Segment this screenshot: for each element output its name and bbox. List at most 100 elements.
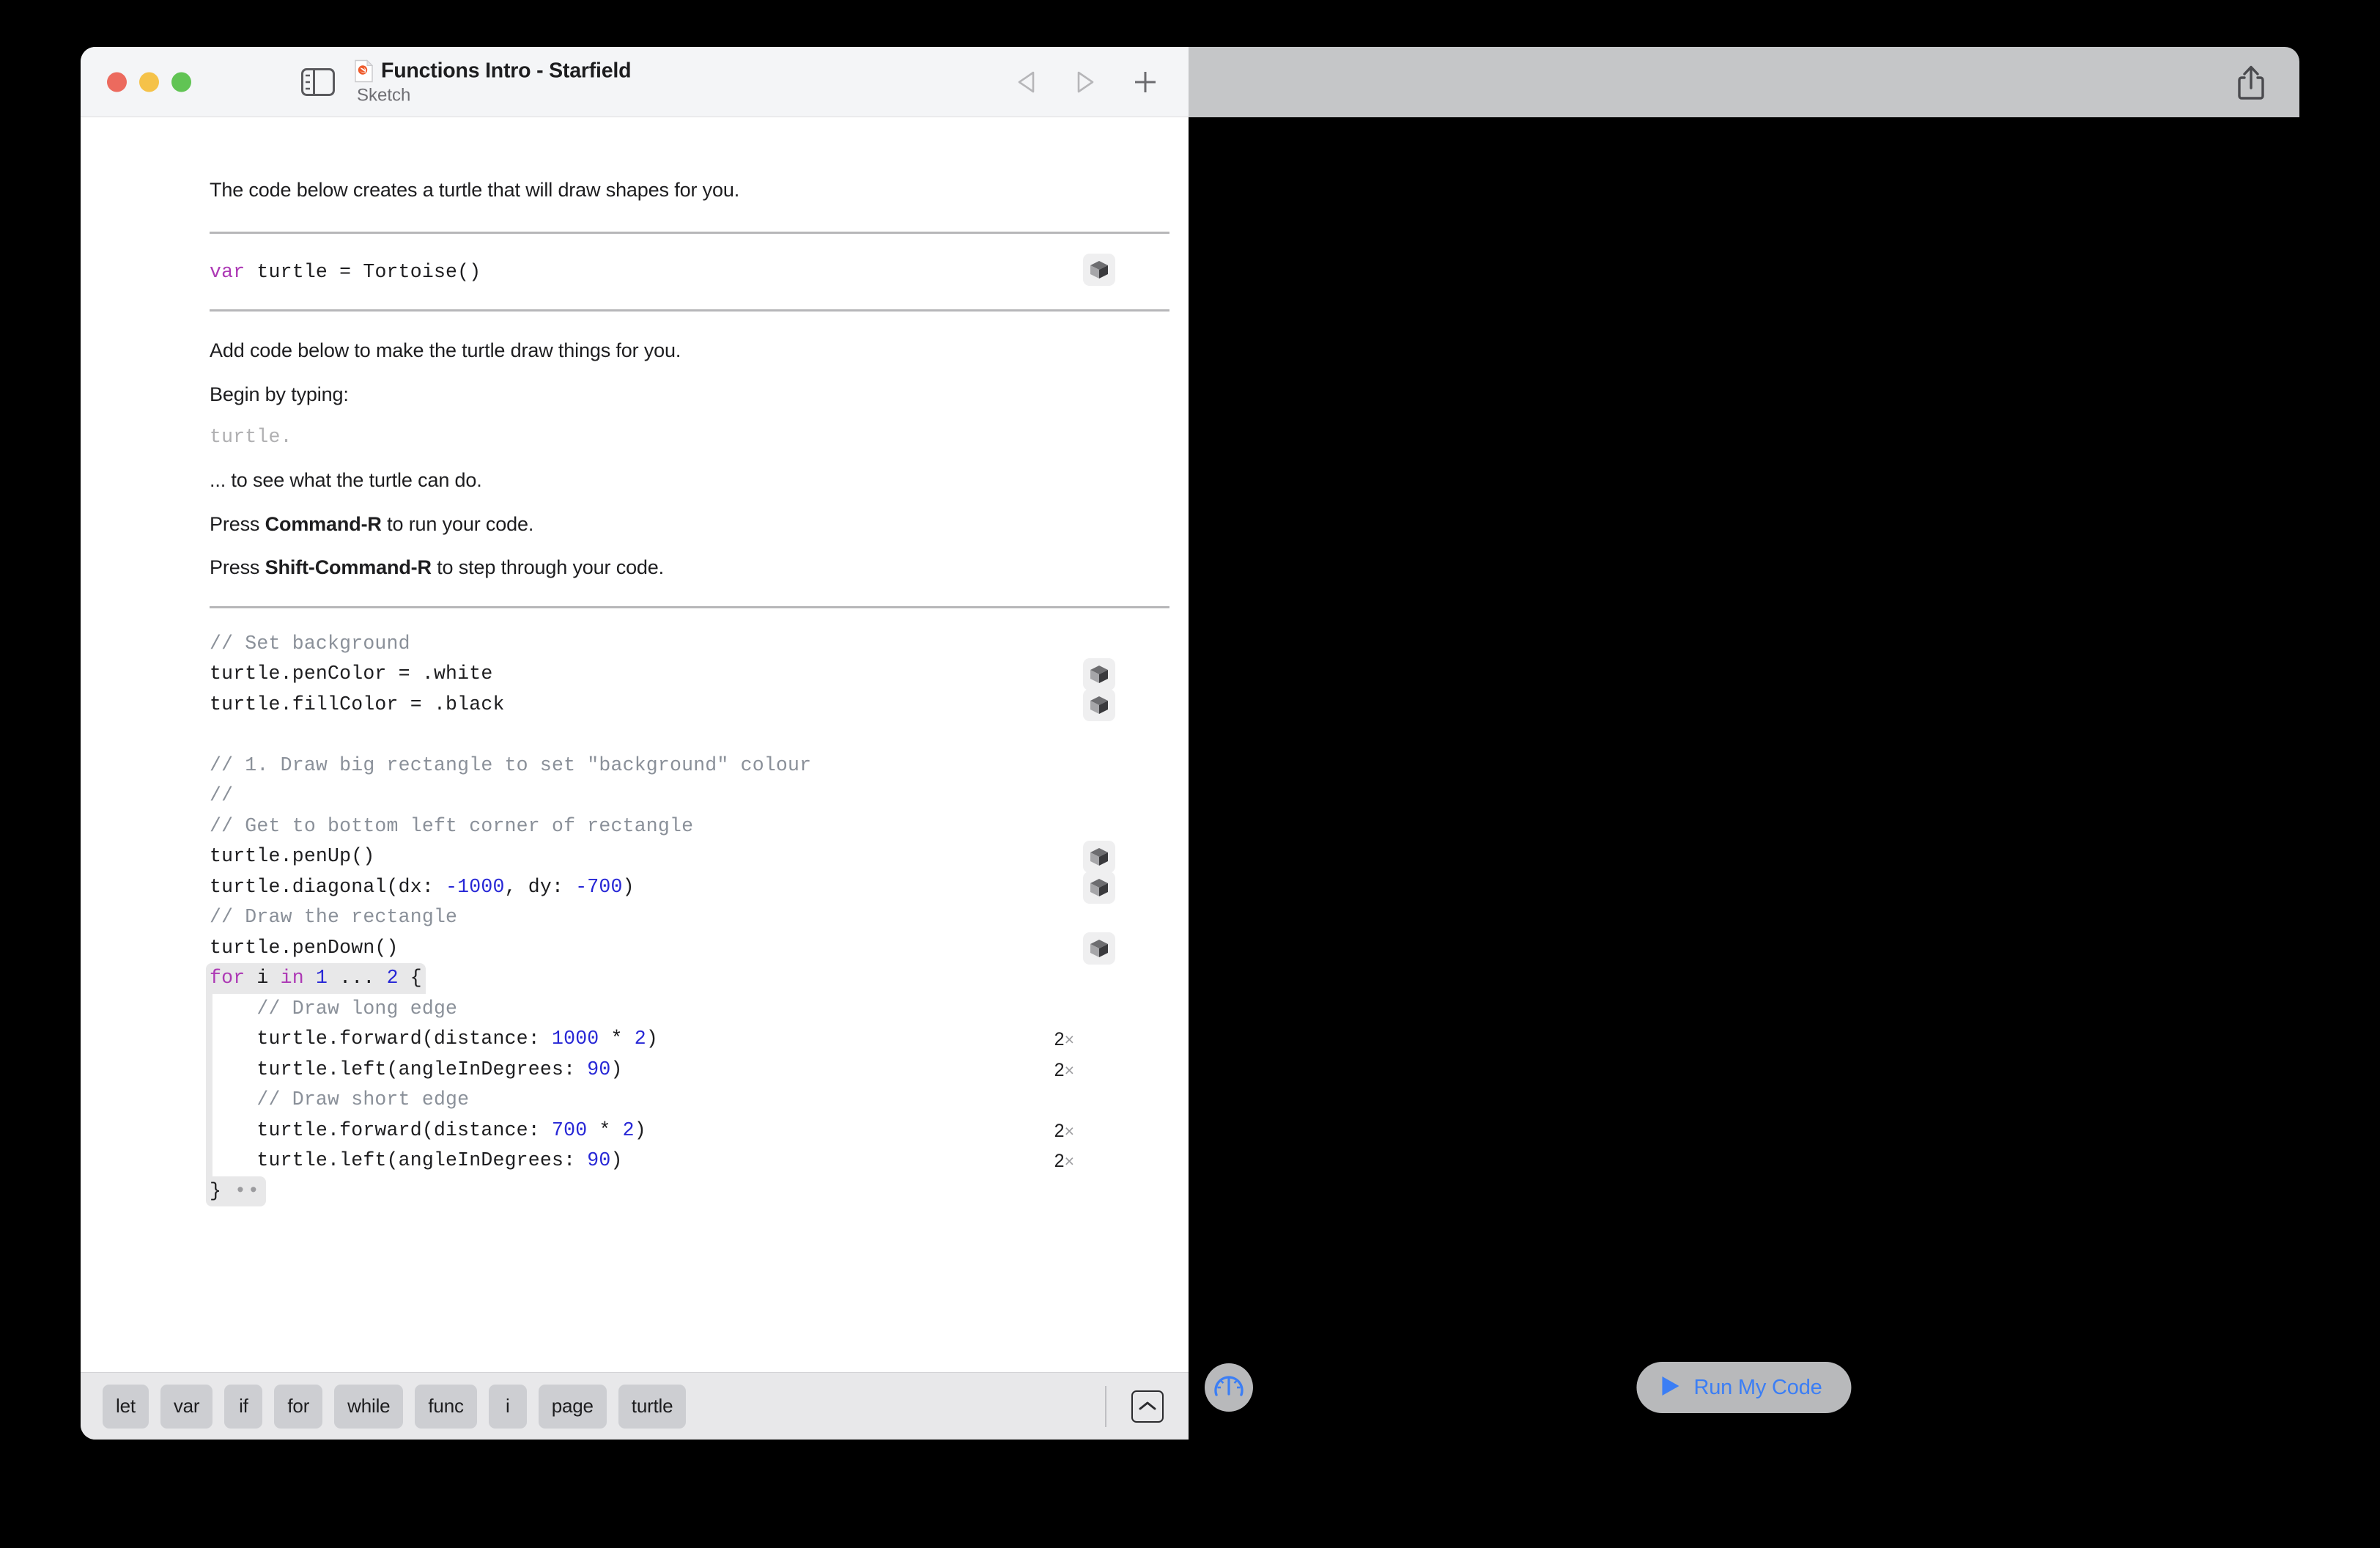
loop-repeat-count: 2×: [1054, 1029, 1074, 1050]
live-view-toolbar: [1189, 47, 2299, 117]
shortcut-chip-label: while: [347, 1395, 391, 1417]
document-title-group: Functions Intro - Starfield Sketch: [355, 58, 632, 106]
shortcut-chip-i[interactable]: i: [488, 1384, 527, 1429]
loop-body-comment[interactable]: // Draw long edge: [210, 994, 1169, 1025]
repeat-count-suffix: ×: [1064, 1060, 1074, 1080]
zoom-button[interactable]: [171, 72, 191, 92]
run-my-code-button[interactable]: Run My Code: [1636, 1362, 1852, 1413]
loop-header-line[interactable]: for i in 1 ... 2 {: [206, 963, 1169, 994]
code-line[interactable]: turtle.penDown(): [210, 933, 1169, 964]
loop-repeat-count: 2×: [1054, 1151, 1074, 1172]
result-cube-icon[interactable]: [1083, 841, 1115, 874]
repeat-count-value: 2: [1054, 1120, 1065, 1141]
shortcut-chip-label: for: [287, 1395, 310, 1417]
step-hint-prefix: Press: [210, 556, 265, 579]
document-body: The code below creates a turtle that wil…: [81, 117, 1189, 1372]
shortcut-chip-if[interactable]: if: [224, 1384, 263, 1429]
shortcut-chip-page[interactable]: page: [538, 1384, 607, 1429]
code-listing[interactable]: // Set background turtle.penColor = .whit…: [206, 629, 1169, 1207]
toolbar-divider: [1105, 1386, 1106, 1427]
back-icon[interactable]: [1016, 70, 1038, 94]
speed-gauge-icon[interactable]: [1205, 1363, 1253, 1412]
run-my-code-label: Run My Code: [1693, 1375, 1822, 1399]
shortcut-bar: let var if for while func i page turtle: [81, 1372, 1189, 1440]
loop-body-line[interactable]: turtle.left(angleInDegrees: 90): [210, 1055, 1169, 1086]
result-cube-icon[interactable]: [1083, 932, 1115, 965]
loop-body-line[interactable]: turtle.left(angleInDegrees: 90): [210, 1146, 1169, 1176]
hide-keyboard-icon[interactable]: [1131, 1390, 1164, 1423]
loop-close-brace: }: [210, 1179, 222, 1202]
live-view-panel: Run My Code: [1189, 47, 2299, 1440]
setup-code-line[interactable]: var turtle = Tortoise(): [210, 257, 1169, 288]
divider-top: [210, 231, 1169, 234]
loop-repeat-count: 2×: [1054, 1121, 1074, 1142]
live-view-canvas[interactable]: Run My Code: [1189, 117, 2299, 1440]
shortcut-chip-label: if: [239, 1395, 248, 1417]
run-hint-prefix: Press: [210, 512, 265, 535]
app-screen: Functions Intro - Starfield Sketch The c…: [0, 0, 2380, 1548]
code-line[interactable]: turtle.penColor = .white: [210, 659, 1169, 690]
code-line-comment[interactable]: // Draw the rectangle: [210, 902, 1169, 933]
loop-footer-line[interactable]: } ••: [206, 1176, 1169, 1207]
repeat-count-value: 2: [1054, 1029, 1065, 1050]
loop-body-comment[interactable]: // Draw short edge: [210, 1085, 1169, 1116]
shortcut-chip-label: page: [551, 1395, 594, 1417]
setup-code-rest: turtle = Tortoise(): [245, 260, 481, 283]
play-icon: [1660, 1375, 1680, 1401]
repeat-count-suffix: ×: [1064, 1121, 1074, 1140]
shortcut-chip-let[interactable]: let: [103, 1384, 149, 1429]
run-hint-suffix: to run your code.: [381, 512, 534, 535]
sidebar-toggle-icon[interactable]: [301, 67, 335, 96]
add-icon[interactable]: [1133, 70, 1158, 95]
repeat-count-suffix: ×: [1064, 1030, 1074, 1050]
code-line[interactable]: turtle.penUp(): [210, 841, 1169, 872]
repeat-count-suffix: ×: [1064, 1151, 1074, 1171]
shortcut-chip-var[interactable]: var: [160, 1384, 213, 1429]
document-subtitle: Sketch: [357, 85, 411, 105]
navigation-controls: [1016, 70, 1158, 95]
result-cube-icon[interactable]: [1083, 658, 1115, 691]
result-cube-icon[interactable]: [1083, 871, 1115, 904]
content-column: The code below creates a turtle that wil…: [206, 117, 1169, 1207]
run-hint: Press Command-R to run your code.: [210, 512, 1169, 538]
divider-bottom: [210, 309, 1169, 312]
run-hint-shortcut: Command-R: [265, 512, 382, 535]
swift-file-icon: [355, 59, 374, 83]
shortcut-chip-label: var: [173, 1395, 200, 1417]
code-line-comment[interactable]: // 1. Draw big rectangle to set "backgro…: [210, 751, 1169, 781]
step-hint-shortcut: Shift-Command-R: [265, 556, 432, 579]
code-line-comment[interactable]: // Get to bottom left corner of rectangl…: [210, 811, 1169, 842]
step-hint: Press Shift-Command-R to step through yo…: [210, 555, 1169, 581]
result-cube-icon[interactable]: [1083, 688, 1115, 721]
loop-body-line[interactable]: turtle.forward(distance: 1000 * 2): [210, 1024, 1169, 1055]
code-line-comment[interactable]: // Set background: [210, 629, 1169, 660]
ghost-hint-text: turtle.: [210, 426, 292, 449]
step-hint-suffix: to step through your code.: [431, 556, 665, 579]
shortcut-chip-while[interactable]: while: [334, 1384, 404, 1429]
loop-variable: i: [245, 967, 281, 989]
loop-collapse-dots: ••: [221, 1179, 261, 1202]
shortcut-chip-for[interactable]: for: [274, 1384, 323, 1429]
instruction-line-2: Begin by typing:: [210, 383, 349, 405]
shortcut-chip-turtle[interactable]: turtle: [618, 1384, 687, 1429]
code-line[interactable]: turtle.diagonal(dx: -1000, dy: -700): [210, 872, 1169, 903]
loop-range-dots: ...: [339, 967, 387, 989]
shortcut-chip-func[interactable]: func: [415, 1384, 477, 1429]
forward-icon[interactable]: [1074, 70, 1096, 94]
intro-paragraph: The code below creates a turtle that wil…: [210, 179, 740, 201]
result-cube-icon[interactable]: [1083, 253, 1115, 286]
editor-window: Functions Intro - Starfield Sketch The c…: [81, 47, 1189, 1440]
traffic-light-buttons: [107, 72, 191, 92]
loop-keyword-in: in: [280, 967, 304, 989]
shortcut-chip-label: let: [116, 1395, 136, 1417]
share-icon[interactable]: [2235, 64, 2267, 100]
code-line[interactable]: turtle.fillColor = .black: [210, 690, 1169, 720]
loop-range-start: 1: [303, 967, 340, 989]
close-button[interactable]: [107, 72, 127, 92]
loop-body-line[interactable]: turtle.forward(distance: 700 * 2): [210, 1116, 1169, 1146]
code-line-comment[interactable]: //: [210, 781, 1169, 811]
minimize-button[interactable]: [139, 72, 159, 92]
after-hint-text: ... to see what the turtle can do.: [210, 468, 482, 491]
shortcut-chips: let var if for while func i page turtle: [103, 1384, 687, 1429]
